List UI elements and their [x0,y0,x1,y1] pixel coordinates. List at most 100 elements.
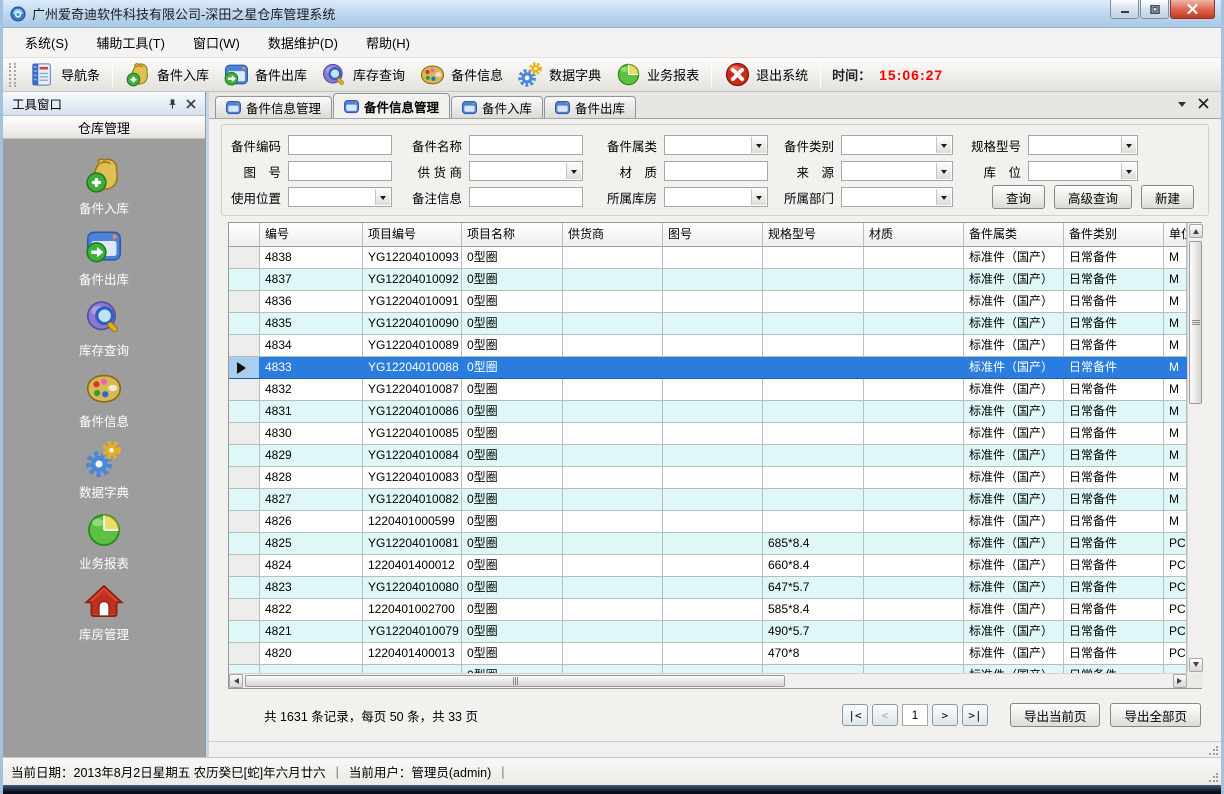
sidebar-item-report[interactable]: 业务报表 [3,510,205,572]
chevron-down-icon[interactable] [1121,163,1136,179]
sidebar-item-stock-query[interactable]: 库存查询 [3,297,205,359]
menu-item[interactable]: 数据维护(D) [254,28,352,57]
scroll-left-icon[interactable] [229,674,243,688]
chevron-down-icon[interactable] [936,189,951,205]
grid-row[interactable]: 4832YG122040100870型圈标准件（国产）日常备件M [229,379,1187,401]
sidebar-item-warehouse[interactable]: 库房管理 [3,581,205,643]
chevron-down-icon[interactable] [375,189,390,205]
column-header-1[interactable]: 编号 [260,223,363,247]
material-input[interactable] [664,161,768,181]
toolbar-button-data-dict[interactable]: 数据字典 [510,59,608,90]
toolbar-button-parts-outbound[interactable]: 备件出库 [216,59,314,90]
grid-row[interactable]: 4830YG122040100850型圈标准件（国产）日常备件M [229,423,1187,445]
vertical-scrollbar[interactable] [1187,223,1203,673]
grid-row[interactable]: 482612204010005990型圈标准件（国产）日常备件M [229,511,1187,533]
column-header-9[interactable]: 备件类别 [1064,223,1164,247]
last-page-button[interactable]: >| [962,704,988,726]
menu-item[interactable]: 窗口(W) [179,28,254,57]
vscroll-thumb[interactable] [1189,241,1202,404]
pin-icon[interactable] [164,96,180,112]
chevron-down-icon[interactable] [1121,137,1136,153]
page-number-input[interactable] [902,704,928,726]
grid-row[interactable]: 4823YG122040100800型圈647*5.7标准件（国产）日常备件PC [229,577,1187,599]
first-page-button[interactable]: |< [842,704,868,726]
close-button[interactable] [1170,0,1215,19]
grid-row[interactable]: 4836YG122040100910型圈标准件（国产）日常备件M [229,291,1187,313]
toolbar-button-stock-query[interactable]: 库存查询 [314,59,412,90]
grid-row[interactable]: 4833YG122040100880型圈标准件（国产）日常备件M [229,357,1187,379]
grid-row[interactable]: 4828YG122040100830型圈标准件（国产）日常备件M [229,467,1187,489]
tab-close-icon[interactable] [1198,97,1209,112]
export-all-pages-button[interactable]: 导出全部页 [1110,703,1201,727]
use-position-select[interactable] [288,187,392,207]
part-class-select[interactable] [841,135,953,155]
column-header-3[interactable]: 项目名称 [462,223,563,247]
grid-row[interactable]: 4827YG122040100820型圈标准件（国产）日常备件M [229,489,1187,511]
chevron-down-icon[interactable] [751,189,766,205]
grid-row[interactable]: 4835YG122040100900型圈标准件（国产）日常备件M [229,313,1187,335]
sidebar-item-parts-outbound[interactable]: 备件出库 [3,226,205,288]
toolbar-button-exit[interactable]: 退出系统 [717,59,815,90]
tab-parts-inbound[interactable]: 备件入库 [451,96,543,118]
tab-parts-info-mgmt-1[interactable]: 备件信息管理 [215,96,332,118]
toolbar-grip[interactable] [9,63,16,87]
department-select[interactable] [841,187,953,207]
grid-row[interactable]: 482212204010027000型圈585*8.4标准件（国产）日常备件PC [229,599,1187,621]
remark-input[interactable] [469,187,583,207]
advanced-query-button[interactable]: 高级查询 [1054,185,1132,209]
maximize-button[interactable] [1140,0,1169,19]
menu-item[interactable]: 帮助(H) [352,28,424,57]
grid-row[interactable]: 4834YG122040100890型圈标准件（国产）日常备件M [229,335,1187,357]
toolbar-button-report[interactable]: 业务报表 [608,59,706,90]
tab-list-dropdown-icon[interactable] [1178,102,1186,111]
query-button[interactable]: 查询 [992,185,1045,209]
supplier-select[interactable] [469,161,583,181]
hscroll-thumb[interactable] [245,675,785,687]
spec-model-select[interactable] [1028,135,1138,155]
location-select[interactable] [1028,161,1138,181]
chevron-down-icon[interactable] [936,163,951,179]
column-header-8[interactable]: 备件属类 [964,223,1064,247]
column-header-4[interactable]: 供货商 [563,223,663,247]
part-code-input[interactable] [288,135,392,155]
grid-row[interactable]: 4829YG122040100840型圈标准件（国产）日常备件M [229,445,1187,467]
chevron-down-icon[interactable] [751,137,766,153]
scroll-right-icon[interactable] [1173,674,1187,688]
menu-item[interactable]: 系统(S) [11,28,82,57]
scroll-up-icon[interactable] [1189,224,1203,238]
part-name-input[interactable] [469,135,583,155]
sidebar-item-data-dict[interactable]: 数据字典 [3,439,205,501]
grid-row[interactable]: 4831YG122040100860型圈标准件（国产）日常备件M [229,401,1187,423]
column-header-6[interactable]: 规格型号 [763,223,864,247]
minimize-button[interactable] [1110,0,1139,19]
column-header-5[interactable]: 图号 [663,223,763,247]
toolbar-button-navbar[interactable]: 导航条 [22,59,107,90]
grid-row[interactable]: 482412204014000120型圈660*8.4标准件（国产）日常备件PC [229,555,1187,577]
grid-row[interactable]: 4821YG122040100790型圈490*5.7标准件（国产）日常备件PC [229,621,1187,643]
chevron-down-icon[interactable] [566,163,581,179]
tab-parts-outbound[interactable]: 备件出库 [544,96,636,118]
grid-row[interactable]: 4825YG122040100810型圈685*8.4标准件（国产）日常备件PC [229,533,1187,555]
close-icon[interactable] [183,96,199,112]
sidebar-item-parts-info[interactable]: 备件信息 [3,368,205,430]
toolbar-button-parts-inbound[interactable]: 备件入库 [118,59,216,90]
column-header-7[interactable]: 材质 [864,223,964,247]
sidebar-item-parts-inbound[interactable]: 备件入库 [3,155,205,217]
column-header-2[interactable]: 项目编号 [363,223,462,247]
drawing-no-input[interactable] [288,161,392,181]
grid-row[interactable]: 4838YG122040100930型圈标准件（国产）日常备件M [229,247,1187,269]
tab-parts-info-mgmt-2[interactable]: 备件信息管理 [333,93,450,118]
column-header-10[interactable]: 单位 [1164,223,1187,247]
toolbar-button-parts-info[interactable]: 备件信息 [412,59,510,90]
grid-row[interactable]: 482012204014000130型圈470*8标准件（国产）日常备件PC [229,643,1187,665]
next-page-button[interactable]: > [932,704,958,726]
horizontal-scrollbar[interactable] [229,673,1187,688]
prev-page-button[interactable]: < [872,704,898,726]
export-current-page-button[interactable]: 导出当前页 [1010,703,1101,727]
new-button[interactable]: 新建 [1141,185,1194,209]
warehouse-select[interactable] [664,187,768,207]
chevron-down-icon[interactable] [936,137,951,153]
menu-item[interactable]: 辅助工具(T) [82,28,179,57]
part-category-select[interactable] [664,135,768,155]
scroll-down-icon[interactable] [1189,658,1203,672]
